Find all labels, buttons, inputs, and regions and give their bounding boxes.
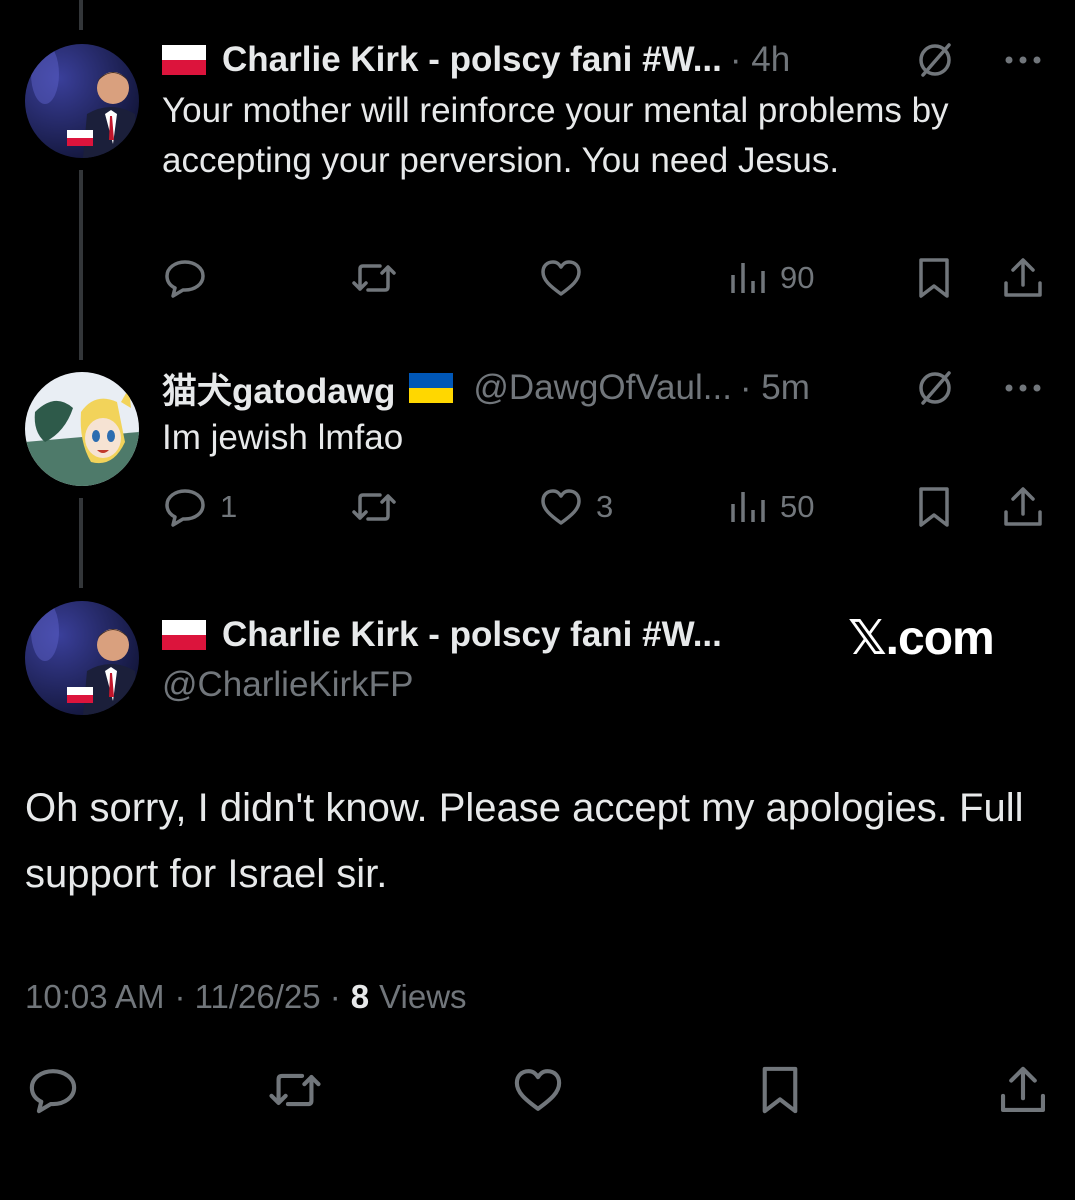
reply-post-2[interactable]: 猫犬gatodawg @DawgOfVaul... · 5m Im jewish…: [162, 363, 1045, 463]
share-icon: [1004, 487, 1042, 526]
bookmark-button[interactable]: [756, 1060, 804, 1120]
poland-flag-icon: [162, 620, 206, 650]
bookmark-button[interactable]: [914, 482, 954, 532]
post-timestamp: 10:03 AM · 11/26/25 · 8 Views: [25, 972, 467, 1022]
share-button[interactable]: [996, 1060, 1050, 1120]
views-icon: [731, 492, 765, 522]
bookmark-icon: [919, 258, 949, 298]
main-post-header: Charlie Kirk - polscy fani #W... @Charli…: [162, 610, 722, 710]
share-button[interactable]: [1000, 253, 1046, 303]
display-name[interactable]: Charlie Kirk - polscy fani #W...: [222, 40, 722, 80]
post-time[interactable]: 10:03 AM: [25, 978, 164, 1016]
reply-icon: [165, 260, 205, 298]
display-name[interactable]: 猫犬gatodawg: [162, 363, 395, 414]
avatar[interactable]: [25, 601, 139, 715]
thread-line-top: [79, 0, 83, 30]
reply-count: 1: [220, 489, 238, 524]
user-handle[interactable]: @CharlieKirkFP: [162, 660, 722, 710]
reply-button[interactable]: [26, 1060, 80, 1120]
grok-icon[interactable]: [913, 35, 957, 85]
like-icon: [514, 1069, 562, 1111]
reply-post-1[interactable]: Charlie Kirk - polscy fani #W... · 4h Yo…: [162, 35, 1045, 186]
bookmark-icon: [762, 1066, 798, 1114]
like-button[interactable]: [511, 1060, 565, 1120]
user-handle[interactable]: @DawgOfVaul...: [473, 368, 732, 408]
action-bar: 90: [162, 253, 1045, 303]
views-count: 90: [780, 260, 815, 295]
views-button[interactable]: 90: [728, 253, 814, 303]
thread-line-1: [79, 170, 83, 360]
poland-flag-icon: [162, 45, 206, 75]
repost-button[interactable]: [350, 253, 410, 303]
thread-line-2: [79, 498, 83, 588]
main-action-bar: [0, 1060, 1075, 1120]
reply-button[interactable]: 1: [162, 482, 237, 532]
grok-icon[interactable]: [913, 363, 957, 413]
views-icon: [731, 263, 765, 293]
share-button[interactable]: [1000, 482, 1046, 532]
share-icon: [1000, 1066, 1046, 1113]
display-name: Charlie Kirk - polscy fani #W...: [222, 615, 722, 654]
post-time[interactable]: · 4h: [730, 40, 790, 80]
like-icon: [541, 489, 581, 525]
reply-icon: [29, 1069, 77, 1114]
repost-icon: [352, 264, 396, 292]
main-author[interactable]: Charlie Kirk - polscy fani #W...: [162, 610, 722, 660]
post-time[interactable]: · 5m: [740, 368, 810, 408]
ukraine-flag-icon: [409, 373, 454, 403]
avatar[interactable]: [25, 44, 139, 158]
repost-button[interactable]: [350, 482, 410, 532]
views-count: 50: [780, 489, 815, 524]
like-icon: [541, 260, 581, 296]
x-watermark: 𝕏.com: [848, 612, 995, 665]
action-bar: 1 3 50: [162, 482, 1045, 532]
post-text: Your mother will reinforce your mental p…: [162, 91, 949, 180]
views-button[interactable]: 50: [728, 482, 814, 532]
post-text: Im jewish lmfao: [162, 418, 404, 457]
bookmark-icon: [919, 487, 949, 527]
reply-icon: [165, 489, 205, 527]
reply-button[interactable]: [162, 253, 220, 303]
share-icon: [1004, 258, 1042, 297]
main-post-text: Oh sorry, I didn't know. Please accept m…: [25, 786, 1024, 896]
views-count[interactable]: 8: [351, 978, 369, 1016]
post-date[interactable]: · 11/26/25 ·: [174, 978, 340, 1016]
like-button[interactable]: [538, 253, 596, 303]
more-icon[interactable]: [1001, 35, 1045, 85]
repost-button[interactable]: [266, 1060, 324, 1120]
like-count: 3: [596, 489, 614, 524]
repost-icon: [269, 1073, 321, 1107]
views-label: Views: [379, 978, 467, 1015]
avatar[interactable]: [25, 372, 139, 486]
more-icon[interactable]: [1001, 363, 1045, 413]
repost-icon: [352, 493, 396, 521]
post-thread-view: Charlie Kirk - polscy fani #W... · 4h Yo…: [0, 0, 1075, 1200]
like-button[interactable]: 3: [538, 482, 613, 532]
bookmark-button[interactable]: [914, 253, 954, 303]
